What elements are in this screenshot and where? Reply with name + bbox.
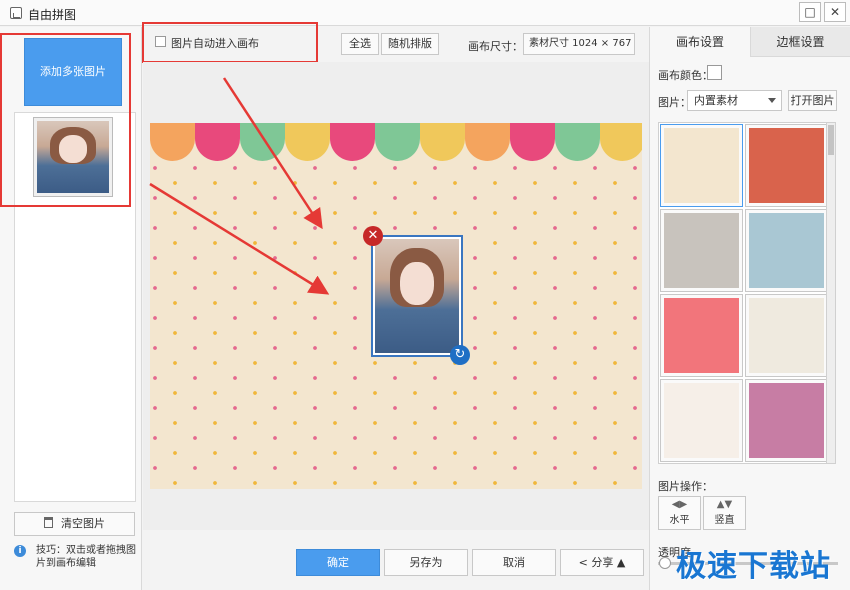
share-icon: < <box>578 556 588 569</box>
random-arrange-button[interactable]: 随机排版 <box>381 33 439 55</box>
scallop <box>465 123 510 161</box>
left-panel: 添加多张图片 清空图片 i 技巧：双击或者拖拽图片到画布编辑 <box>0 27 142 590</box>
auto-enter-label: 图片自动进入画布 <box>171 37 259 50</box>
bottom-bar: 确定 另存为 取消 < 分享 ▲ <box>143 531 649 590</box>
select-all-button[interactable]: 全选 <box>341 33 379 55</box>
template-tile[interactable] <box>660 124 743 207</box>
save-as-button[interactable]: 另存为 <box>384 549 468 576</box>
scallop <box>195 123 240 161</box>
flip-horizontal-label: 水平 <box>669 515 690 526</box>
template-preview <box>664 298 739 373</box>
close-button[interactable]: ✕ <box>824 2 846 22</box>
image-list <box>14 112 136 502</box>
template-grid <box>658 122 836 464</box>
tab-canvas-settings[interactable]: 画布设置 <box>650 27 750 57</box>
template-preview <box>749 213 824 288</box>
template-tile[interactable] <box>745 124 828 207</box>
scallop <box>555 123 600 161</box>
tip-text: 技巧：双击或者拖拽图片到画布编辑 <box>36 545 136 569</box>
scallop <box>600 123 642 161</box>
template-preview <box>749 383 824 458</box>
auto-enter-checkbox[interactable] <box>155 36 166 47</box>
add-images-button[interactable]: 添加多张图片 <box>24 38 122 106</box>
scallop <box>240 123 285 161</box>
template-preview <box>749 298 824 373</box>
template-preview <box>664 383 739 458</box>
template-preview <box>664 128 739 203</box>
image-source-value: 内置素材 <box>694 94 738 107</box>
share-button[interactable]: < 分享 ▲ <box>560 549 644 576</box>
template-tile[interactable] <box>745 379 828 462</box>
template-tile[interactable] <box>660 209 743 292</box>
opacity-slider-thumb[interactable] <box>659 557 671 569</box>
rotate-icon[interactable]: ↻ <box>450 345 470 365</box>
template-tile[interactable] <box>745 294 828 377</box>
template-scrollbar[interactable] <box>826 122 836 464</box>
template-tile[interactable] <box>660 294 743 377</box>
template-preview <box>664 213 739 288</box>
scallop <box>330 123 375 161</box>
flip-vertical-icon: ▲▼ <box>716 499 733 510</box>
clear-images-button[interactable]: 清空图片 <box>14 512 135 536</box>
share-label: 分享 <box>591 556 614 569</box>
flip-horizontal-button[interactable]: ◀▶ 水平 <box>658 496 701 530</box>
flip-vertical-button[interactable]: ▲▼ 竖直 <box>703 496 746 530</box>
scallop <box>285 123 330 161</box>
collage-canvas[interactable]: ✕ ↻ <box>150 123 642 489</box>
scallop <box>375 123 420 161</box>
operations-label: 图片操作： <box>658 480 713 493</box>
info-icon: i <box>14 545 26 557</box>
maximize-button[interactable]: □ <box>799 2 821 22</box>
work-area: ✕ ↻ <box>143 62 649 530</box>
flip-vertical-label: 竖直 <box>714 515 735 526</box>
tab-border-settings[interactable]: 边框设置 <box>750 27 850 57</box>
canvas-color-picker[interactable] <box>707 65 722 80</box>
confirm-button[interactable]: 确定 <box>296 549 380 576</box>
flip-horizontal-icon: ◀▶ <box>671 499 688 510</box>
canvas-size-label: 画布尺寸： <box>468 40 523 53</box>
portrait-photo <box>375 239 459 353</box>
open-image-button[interactable]: 打开图片 <box>788 90 837 111</box>
canvas-size-select[interactable]: 素材尺寸 1024 × 767 <box>523 33 635 55</box>
template-tile[interactable] <box>660 379 743 462</box>
trash-icon <box>44 517 53 528</box>
right-panel: 画布设置 边框设置 画布颜色： 图片： 内置素材 打开图片 图片操作： ◀▶ 水… <box>649 27 850 590</box>
canvas-color-label: 画布颜色： <box>658 69 713 82</box>
template-tile[interactable] <box>745 209 828 292</box>
window-title: 自由拼图 <box>28 8 77 22</box>
clear-images-label: 清空图片 <box>61 517 105 530</box>
image-source-select[interactable]: 内置素材 <box>687 90 782 111</box>
scallop-border <box>150 123 642 163</box>
cancel-button[interactable]: 取消 <box>472 549 556 576</box>
delete-icon[interactable]: ✕ <box>363 226 383 246</box>
canvas-toolbar: 图片自动进入画布 全选 随机排版 画布尺寸： 素材尺寸 1024 × 767 <box>143 27 649 61</box>
scrollbar-thumb[interactable] <box>828 125 834 155</box>
scallop <box>510 123 555 161</box>
chevron-down-icon <box>768 98 776 103</box>
scallop <box>420 123 465 161</box>
watermark: 极速下载站 <box>676 549 831 584</box>
app-icon <box>10 7 22 19</box>
template-preview <box>749 128 824 203</box>
chevron-up-icon: ▲ <box>616 556 626 569</box>
canvas-photo[interactable] <box>371 235 463 357</box>
portrait-photo <box>37 121 109 193</box>
scallop <box>150 123 195 161</box>
title-bar: 自由拼图 □ ✕ <box>0 0 850 26</box>
image-thumbnail[interactable] <box>33 117 113 197</box>
